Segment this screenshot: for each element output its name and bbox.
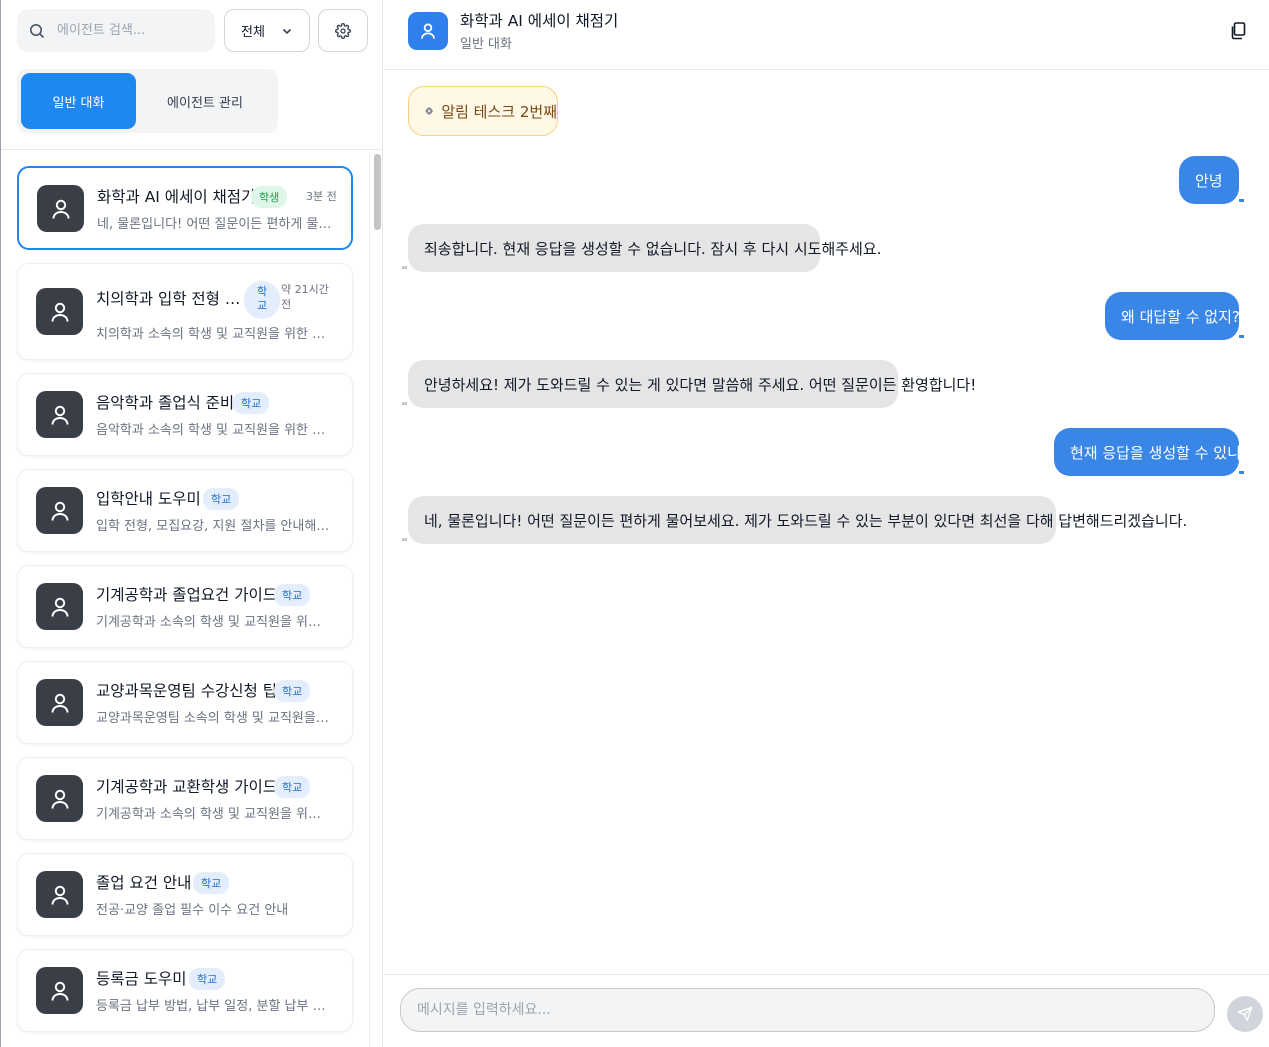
agent-time: 약 21시간 전 <box>281 283 329 311</box>
chat-title: 화학과 AI 에세이 채점기 <box>460 12 619 30</box>
sidebar-tabs: 일반 대화 에이전트 관리 <box>17 69 278 133</box>
search-box[interactable] <box>17 9 215 52</box>
agent-badge: 학교 <box>274 584 311 606</box>
agent-avatar <box>36 679 83 726</box>
agent-avatar <box>36 775 83 822</box>
user-icon <box>51 597 68 617</box>
gear-icon <box>335 22 351 39</box>
send-button[interactable] <box>1227 996 1263 1032</box>
agent-title: 등록금 도우미 <box>96 970 187 988</box>
user-icon <box>51 789 68 809</box>
app-root: 전체 일반 대화 에이전트 관리 화학과 AI 에세이 채점기 학생 <box>0 0 1269 1047</box>
search-icon <box>30 23 45 38</box>
agent-avatar <box>37 185 84 232</box>
agent-card[interactable]: 교양과목운영팀 수강신청 팁 학교 교양과목운영팀 소속의 학생 및 교직원을 … <box>17 661 353 744</box>
copy-icon[interactable] <box>1230 22 1246 40</box>
tab-general-chat[interactable]: 일반 대화 <box>21 73 136 129</box>
filter-select[interactable]: 전체 <box>224 9 310 52</box>
user-icon <box>51 693 68 713</box>
agent-card[interactable]: 등록금 도우미 학교 등록금 납부 방법, 납부 일정, 분할 납부 등 안내 <box>17 949 353 1032</box>
bot-message: 네, 물론입니다! 어떤 질문이든 편하게 물어보세요. 제가 도와드릴 수 있… <box>408 496 1187 544</box>
agent-avatar <box>36 583 83 630</box>
filter-selected-label: 전체 <box>241 25 265 40</box>
notice-pill: 알림 테스크 2번째 <box>408 86 558 136</box>
agent-title: 치의학과 입학 전형 … <box>96 290 241 308</box>
agent-badge: 학생 <box>251 186 288 208</box>
agent-avatar <box>36 487 83 534</box>
tab-agent-management[interactable]: 에이전트 관리 <box>136 73 274 129</box>
message-tail <box>402 538 407 541</box>
user-icon <box>51 885 68 905</box>
chevron-down-icon <box>282 28 292 34</box>
message-tail <box>402 402 407 405</box>
settings-button[interactable] <box>318 9 368 52</box>
agent-card[interactable]: 졸업 요건 안내 학교 전공·교양 졸업 필수 이수 요건 안내 <box>17 853 353 936</box>
agent-title: 음악학과 졸업식 준비 <box>96 394 235 412</box>
chat-avatar <box>408 12 448 50</box>
agent-avatar <box>36 967 83 1014</box>
agent-list: 화학과 AI 에세이 채점기 학생 3분 전 네, 물론입니다! 어떤 질문이든… <box>17 166 353 1045</box>
agent-title: 졸업 요건 안내 <box>96 874 192 892</box>
user-message: 안녕 <box>1179 156 1239 204</box>
agent-badge: 학교 <box>233 392 270 414</box>
agent-card[interactable]: 입학안내 도우미 학교 입학 전형, 모집요강, 지원 절차를 안내해주는 도우… <box>17 469 353 552</box>
sidebar: 전체 일반 대화 에이전트 관리 화학과 AI 에세이 채점기 학생 <box>0 0 383 1047</box>
agent-title: 기계공학과 교환학생 가이드 <box>96 778 277 796</box>
message-tail <box>1239 471 1244 474</box>
message-tail <box>1239 335 1244 338</box>
bot-message: 안녕하세요! 제가 도와드릴 수 있는 게 있다면 말씀해 주세요. 어떤 질문… <box>408 360 976 408</box>
chat-subtitle: 일반 대화 <box>460 37 512 52</box>
notice-text: 알림 테스크 2번째 <box>441 102 557 121</box>
agent-time: 3분 전 <box>306 190 337 203</box>
user-message: 왜 대답할 수 없지? <box>1105 292 1239 340</box>
agent-title: 입학안내 도우미 <box>96 490 201 508</box>
agent-card[interactable]: 기계공학과 졸업요건 가이드 학교 기계공학과 소속의 학생 및 교직원을 위한… <box>17 565 353 648</box>
sidebar-scrollbar[interactable] <box>369 150 383 1047</box>
user-icon <box>51 981 68 1001</box>
agent-desc: 등록금 납부 방법, 납부 일정, 분할 납부 등 안내 <box>96 999 332 1014</box>
agent-desc: 음악학과 소속의 학생 및 교직원을 위한 졸업식 준비 안내 <box>96 423 332 438</box>
message-input[interactable] <box>400 988 1215 1032</box>
message-tail <box>1239 199 1244 202</box>
agent-title: 교양과목운영팀 수강신청 팁 <box>96 682 277 700</box>
agent-card[interactable]: 치의학과 입학 전형 … 학교 약 21시간 전 치의학과 소속의 학생 및 교… <box>17 263 353 360</box>
sidebar-divider <box>1 149 383 150</box>
user-icon <box>52 199 69 219</box>
agent-desc: 기계공학과 소속의 학생 및 교직원을 위한 교환학생 가이드 <box>96 807 332 822</box>
user-icon <box>51 405 68 425</box>
chat-header: 화학과 AI 에세이 채점기 일반 대화 <box>384 0 1269 70</box>
agent-badge: 학교 <box>244 281 280 319</box>
agent-title: 기계공학과 졸업요건 가이드 <box>96 586 277 604</box>
agent-desc: 입학 전형, 모집요강, 지원 절차를 안내해주는 도우미 <box>96 519 332 534</box>
agent-card[interactable]: 화학과 AI 에세이 채점기 학생 3분 전 네, 물론입니다! 어떤 질문이든… <box>17 166 353 250</box>
agent-badge: 학교 <box>203 488 240 510</box>
user-icon <box>51 302 68 322</box>
agent-badge: 학교 <box>189 968 226 990</box>
agent-avatar <box>36 288 83 335</box>
send-icon <box>1237 1006 1253 1022</box>
agent-desc: 기계공학과 소속의 학생 및 교직원을 위한 졸업요건 가이드 <box>96 615 332 630</box>
agent-card[interactable]: 기계공학과 교환학생 가이드 학교 기계공학과 소속의 학생 및 교직원을 위한… <box>17 757 353 840</box>
agent-badge: 학교 <box>274 776 311 798</box>
agent-avatar <box>36 391 83 438</box>
agent-desc: 치의학과 소속의 학생 및 교직원을 위한 입학 전형 안내 <box>96 327 332 342</box>
agent-card[interactable]: 음악학과 졸업식 준비 학교 음악학과 소속의 학생 및 교직원을 위한 졸업식… <box>17 373 353 456</box>
gear-emoji-icon <box>425 107 433 115</box>
agent-desc: 교양과목운영팀 소속의 학생 및 교직원을 위한 수강신청 팁 <box>96 711 332 726</box>
scrollbar-thumb[interactable] <box>374 154 381 230</box>
agent-badge: 학교 <box>193 872 230 894</box>
composer <box>384 974 1269 1047</box>
search-input[interactable] <box>57 23 197 38</box>
bot-message: 죄송합니다. 현재 응답을 생성할 수 없습니다. 잠시 후 다시 시도해주세요… <box>408 224 881 272</box>
agent-desc: 전공·교양 졸업 필수 이수 요건 안내 <box>96 903 289 918</box>
agent-badge: 학교 <box>274 680 311 702</box>
user-message: 현재 응답을 생성할 수 있니 <box>1054 428 1239 476</box>
user-icon <box>51 501 68 521</box>
agent-avatar <box>36 871 83 918</box>
agent-desc: 네, 물론입니다! 어떤 질문이든 편하게 물어보세요. <box>97 217 333 232</box>
chat-panel: 화학과 AI 에세이 채점기 일반 대화 알림 테스크 2번째 안녕 죄송합니다… <box>384 0 1269 1047</box>
message-tail <box>402 266 407 269</box>
agent-title: 화학과 AI 에세이 채점기 <box>97 188 256 206</box>
user-icon <box>421 23 435 39</box>
